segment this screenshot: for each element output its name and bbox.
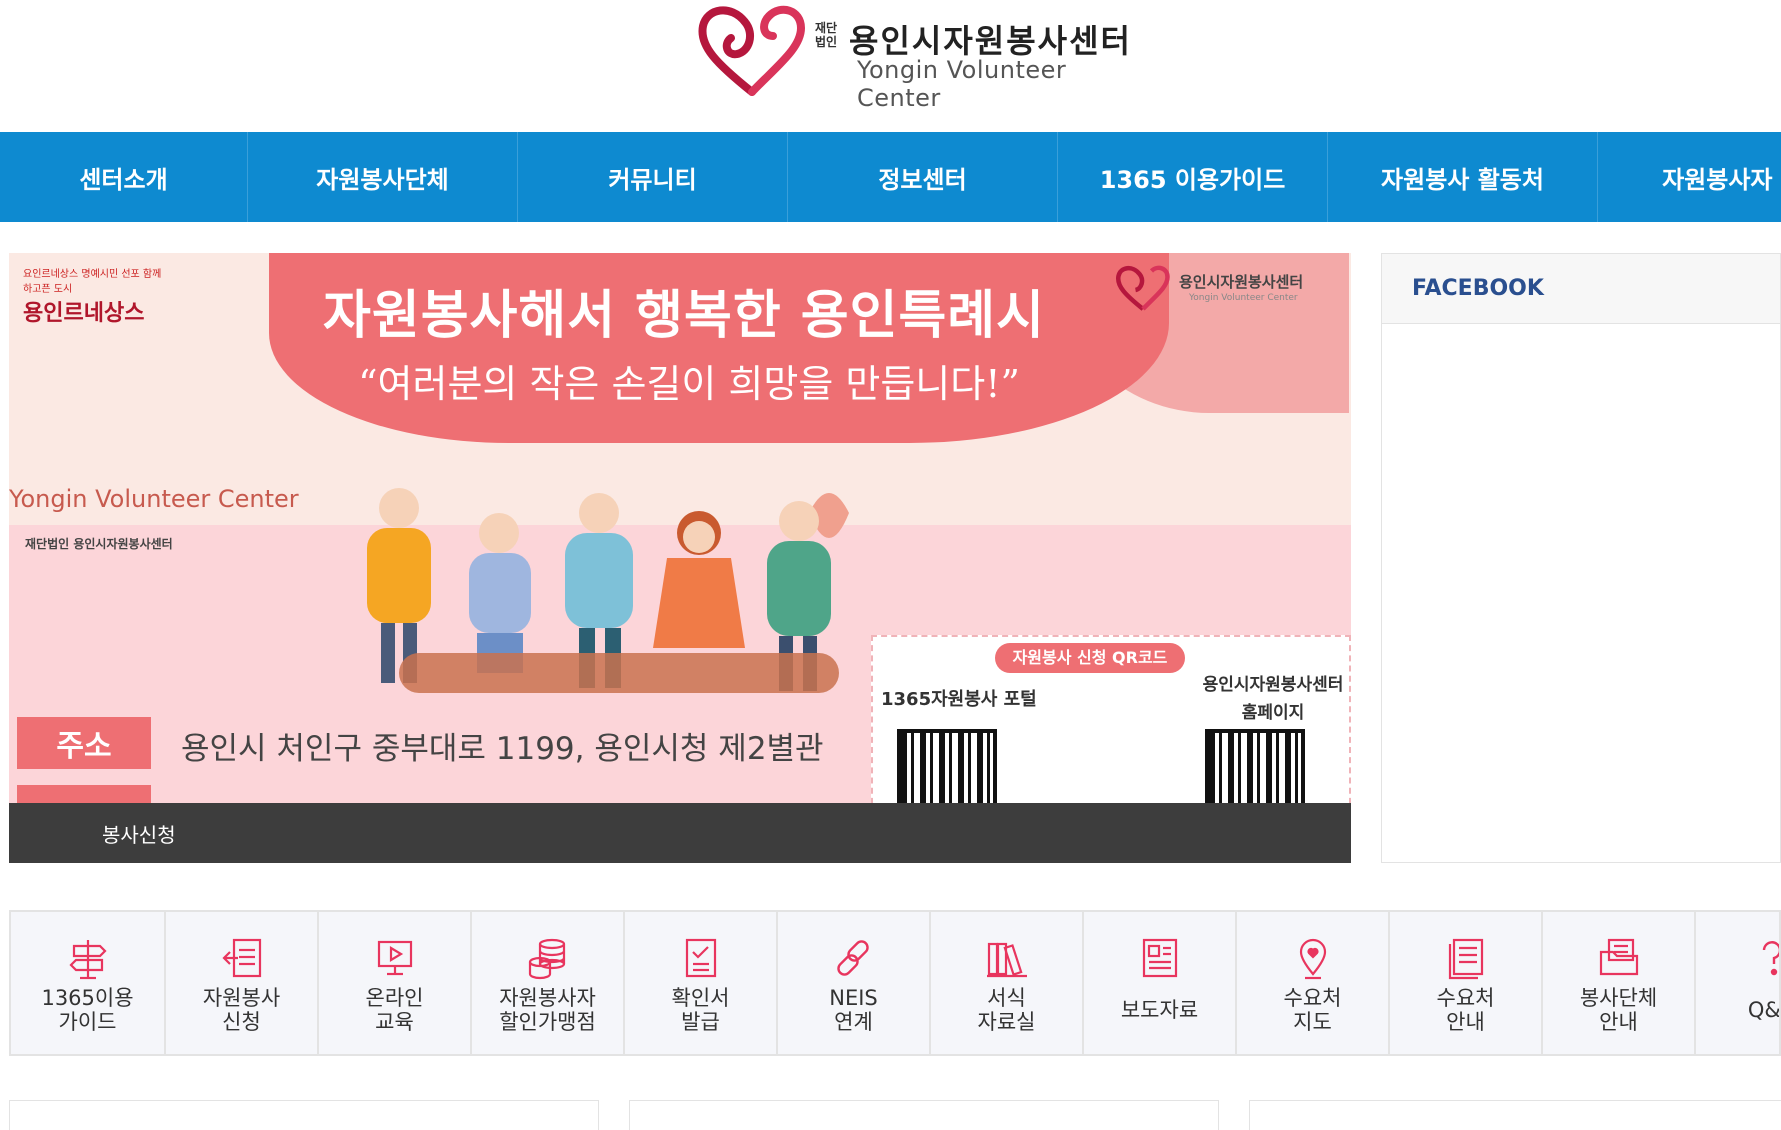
quick-item-label: 서식 자료실 xyxy=(978,986,1036,1034)
banner-ground-shadow xyxy=(399,653,839,693)
nav-item-1365-guide[interactable]: 1365 이용가이드 xyxy=(1058,132,1328,222)
address-tag: 주소 xyxy=(17,717,151,769)
banner-subtitle: “여러분의 작은 손길이 희망을 만듭니다!” xyxy=(339,353,1039,408)
banner-logo: 용인시자원봉사센터 Yongin Volunteer Center xyxy=(1109,265,1339,311)
nav-item-volunteer-groups[interactable]: 자원봉사단체 xyxy=(248,132,518,222)
quick-item-label: 확인서 발급 xyxy=(672,986,730,1034)
newspaper-icon xyxy=(1138,936,1182,980)
quick-item-demand-info[interactable]: 수요처 안내 xyxy=(1390,912,1543,1054)
facebook-title: FACEBOOK xyxy=(1382,254,1780,324)
quick-item-label: 온라인 교육 xyxy=(366,986,424,1034)
quick-item-neis[interactable]: NEIS 연계 xyxy=(778,912,931,1054)
quick-item-discount-stores[interactable]: 자원봉사자 할인가맹점 xyxy=(472,912,625,1054)
content-box-1 xyxy=(9,1100,599,1130)
logo-corp-label: 재단 법인 xyxy=(815,21,839,49)
coins-icon xyxy=(526,936,570,980)
address-text: 용인시 처인구 중부대로 1199, 용인시청 제2별관 xyxy=(181,723,824,768)
quick-item-label: Q&A xyxy=(1748,998,1781,1022)
heart-logo-icon xyxy=(697,4,807,96)
quick-item-label: 수요처 안내 xyxy=(1437,986,1495,1034)
quick-item-label: NEIS 연계 xyxy=(829,986,878,1034)
quick-item-qna[interactable]: Q&A xyxy=(1696,912,1781,1054)
quick-item-label: 봉사단체 안내 xyxy=(1580,986,1657,1034)
list-doc-icon xyxy=(1444,936,1488,980)
banner-caption-link[interactable]: 봉사신청 xyxy=(102,819,176,848)
nav-item-community[interactable]: 커뮤니티 xyxy=(518,132,788,222)
quick-item-volunteer-apply[interactable]: 자원봉사 신청 xyxy=(166,912,319,1054)
nav-item-volunteer-recognition[interactable]: 자원봉사자 인 xyxy=(1598,132,1781,222)
banner-badge-small: 요인르네상스 명예시민 선포 함께 하고픈 도시 xyxy=(23,265,163,295)
quick-item-groups-info[interactable]: 봉사단체 안내 xyxy=(1543,912,1696,1054)
quick-menu: 1365이용 가이드 자원봉사 신청 온라인 교육 자원봉사자 할인가맹점 확인… xyxy=(9,910,1781,1056)
map-pin-icon xyxy=(1291,936,1335,980)
nav-item-activity-places[interactable]: 자원봉사 활동처 xyxy=(1328,132,1598,222)
quick-item-certificate[interactable]: 확인서 발급 xyxy=(625,912,778,1054)
quick-item-demand-map[interactable]: 수요처 지도 xyxy=(1237,912,1390,1054)
folder-icon xyxy=(1597,936,1641,980)
banner-title: 자원봉사해서 행복한 용인특례시 xyxy=(319,273,1049,348)
quick-item-forms[interactable]: 서식 자료실 xyxy=(931,912,1084,1054)
banner-logo-sub: Yongin Volunteer Center xyxy=(1189,293,1298,303)
quick-item-press[interactable]: 보도자료 xyxy=(1084,912,1237,1054)
nav-item-info-center[interactable]: 정보센터 xyxy=(788,132,1058,222)
checklist-icon xyxy=(679,936,723,980)
signpost-icon xyxy=(66,936,110,980)
qr-right-label-line1: 용인시자원봉사센터 xyxy=(1193,671,1351,699)
facebook-panel: FACEBOOK xyxy=(1381,253,1781,863)
quick-item-label: 자원봉사자 할인가맹점 xyxy=(499,986,596,1034)
main-banner[interactable]: 요인르네상스 명예시민 선포 함께 하고픈 도시 용인르네상스 용인시자원봉사센… xyxy=(9,253,1351,863)
quick-item-label: 수요처 지도 xyxy=(1284,986,1342,1034)
nav-item-center-intro[interactable]: 센터소개 xyxy=(0,132,248,222)
volunteers-illustration xyxy=(339,433,919,853)
qr-right-label-line2: 홈페이지 xyxy=(1193,699,1351,727)
books-icon xyxy=(985,936,1029,980)
quick-item-label: 자원봉사 신청 xyxy=(203,986,280,1034)
banner-caption-bar: 봉사신청 xyxy=(9,803,1351,863)
banner-badge-main: 용인르네상스 xyxy=(23,295,163,327)
main-nav: 센터소개 자원봉사단체 커뮤니티 정보센터 1365 이용가이드 자원봉사 활동… xyxy=(0,132,1781,222)
quick-item-label: 보도자료 xyxy=(1121,998,1198,1022)
content-box-3 xyxy=(1249,1100,1781,1130)
question-icon xyxy=(1750,936,1781,980)
banner-english-label: Yongin Volunteer Center xyxy=(9,485,299,513)
quick-item-label: 1365이용 가이드 xyxy=(41,986,133,1034)
qr-title: 자원봉사 신청 QR코드 xyxy=(995,643,1185,673)
heart-logo-icon xyxy=(1113,265,1173,311)
quick-item-online-education[interactable]: 온라인 교육 xyxy=(319,912,472,1054)
qr-right-label: 용인시자원봉사센터 홈페이지 xyxy=(1193,671,1351,727)
link-icon xyxy=(832,936,876,980)
logo-subtitle: Yongin Volunteer Center xyxy=(857,56,1157,112)
site-logo[interactable]: 재단 법인 용인시자원봉사센터 Yongin Volunteer Center xyxy=(697,4,1157,96)
banner-corp-label: 재단법인 용인시자원봉사센터 xyxy=(25,535,173,552)
quick-item-1365-guide[interactable]: 1365이용 가이드 xyxy=(11,912,166,1054)
qr-left-label: 1365자원봉사 포털 xyxy=(881,685,1037,711)
site-header: 재단 법인 용인시자원봉사센터 Yongin Volunteer Center xyxy=(0,0,1781,132)
monitor-play-icon xyxy=(373,936,417,980)
banner-logo-text: 용인시자원봉사센터 xyxy=(1179,271,1303,292)
content-box-2 xyxy=(629,1100,1219,1130)
banner-badge: 요인르네상스 명예시민 선포 함께 하고픈 도시 용인르네상스 xyxy=(23,265,163,321)
document-arrow-icon xyxy=(220,936,264,980)
